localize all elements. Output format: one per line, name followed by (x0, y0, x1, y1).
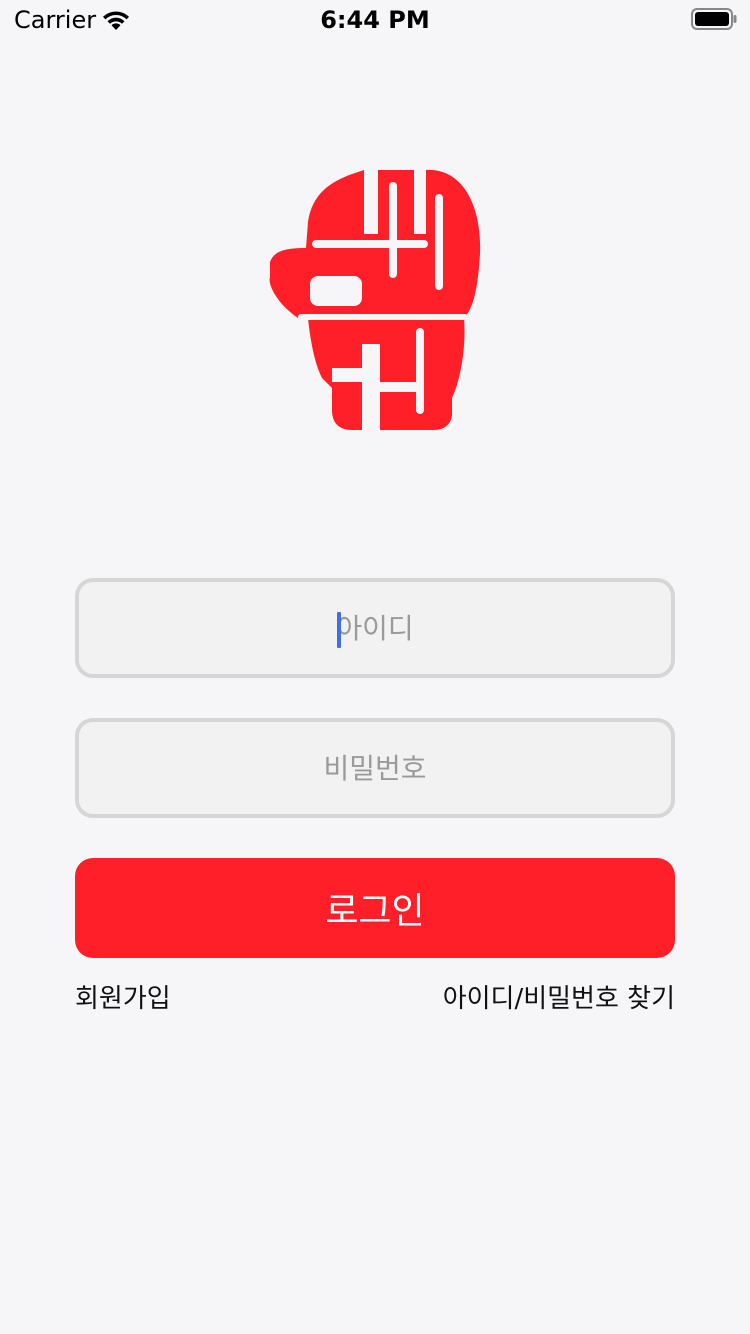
find-account-link[interactable]: 아이디/비밀번호 찾기 (443, 978, 675, 1015)
signup-link[interactable]: 회원가입 (75, 978, 171, 1015)
clock: 6:44 PM (320, 6, 430, 34)
id-input[interactable] (79, 582, 671, 674)
battery-icon (691, 8, 737, 30)
status-bar: Carrier 6:44 PM (0, 0, 750, 40)
brand-logo-icon (269, 169, 481, 430)
login-screen: Carrier 6:44 PM 아이디 로그인 회원가입 아이디/비밀번호 찾기 (0, 0, 750, 1334)
text-cursor (337, 612, 341, 648)
password-input[interactable] (79, 722, 671, 814)
password-field[interactable] (75, 718, 675, 818)
id-field[interactable] (75, 578, 675, 678)
login-button[interactable]: 로그인 (75, 858, 675, 958)
